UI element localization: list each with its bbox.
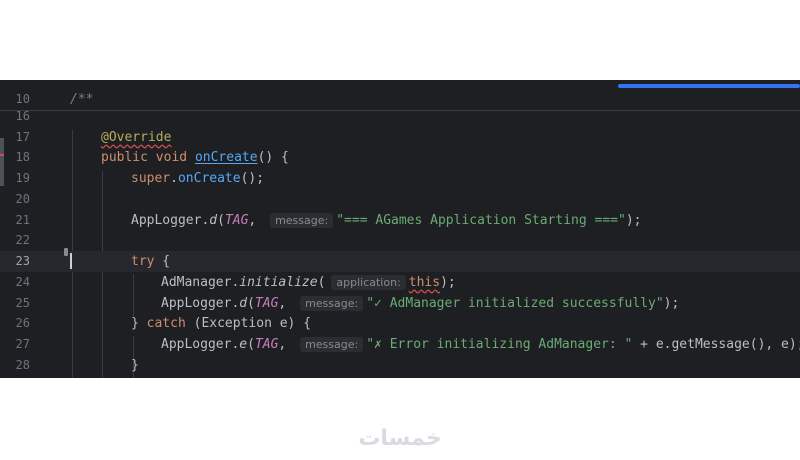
code-text: ( <box>317 274 326 290</box>
code-line[interactable]: 26 } catch (Exception e) { <box>0 313 800 334</box>
parameter-hint: application: <box>331 274 406 290</box>
code-text: { <box>154 253 171 269</box>
code-text: ( <box>217 212 225 228</box>
method-name-token[interactable]: onCreate <box>195 150 258 165</box>
class-token: AppLogger. <box>131 212 210 228</box>
code-text: , <box>248 212 265 228</box>
current-code-line[interactable]: 23 try { <box>0 251 800 272</box>
bookmark-icon[interactable] <box>64 248 68 256</box>
progress-track <box>618 84 800 88</box>
line-number: 22 <box>15 233 30 248</box>
code-text: ); <box>625 212 642 228</box>
code-line[interactable]: 22 <box>0 230 800 251</box>
keyword-token: this <box>408 274 441 290</box>
code-text: (Exception e) { <box>185 315 312 331</box>
constant-token: TAG <box>224 212 249 228</box>
parameter-hint: message: <box>300 295 364 311</box>
code-text: } <box>131 315 147 331</box>
code-text: , <box>278 336 295 352</box>
method-name-token[interactable]: onCreate <box>178 171 241 186</box>
code-line[interactable]: 24 AdManager. initialize( application: this… <box>0 272 800 293</box>
keyword-token: catch <box>146 315 186 331</box>
parameter-hint: message: <box>270 212 334 228</box>
method-name-token[interactable]: initialize <box>239 275 317 290</box>
class-token: AppLogger. <box>161 336 240 352</box>
code-text: (); <box>240 170 265 186</box>
line-number: 26 <box>15 316 30 331</box>
constant-token: TAG <box>254 336 279 352</box>
code-line[interactable]: 25 AppLogger. d(TAG, message: "✓ AdManager… <box>0 293 800 314</box>
parameter-hint: message: <box>300 336 364 352</box>
line-number: 25 <box>15 296 30 311</box>
annotation-token: @Override <box>101 129 172 145</box>
progress-bar <box>618 84 800 88</box>
keyword-token: public <box>101 149 148 165</box>
class-token: AppLogger. <box>161 295 240 311</box>
line-number: 17 <box>15 130 30 145</box>
code-line[interactable]: 18 public void onCreate() { <box>0 147 800 168</box>
string-token: "✗ Error initializing AdManager: " <box>366 336 633 352</box>
code-line[interactable]: 16 <box>0 106 800 127</box>
line-number: 23 <box>15 254 30 269</box>
line-number: 20 <box>15 192 30 207</box>
code-text: , <box>278 295 295 311</box>
line-number: 19 <box>15 171 30 186</box>
watermark-logo: خمسات <box>358 426 442 451</box>
string-token: "✓ AdManager initialized successfully" <box>366 295 664 311</box>
line-number: 10 <box>15 92 30 107</box>
line-number: 21 <box>15 213 30 228</box>
line-number: 24 <box>15 275 30 290</box>
class-token: AdManager. <box>161 274 240 290</box>
code-line[interactable]: 20 <box>0 189 800 210</box>
line-number: 18 <box>15 150 30 165</box>
text-caret <box>70 253 72 269</box>
code-text: . <box>170 170 178 186</box>
string-token: "=== AGames Application Starting ===" <box>336 212 626 228</box>
code-line[interactable]: 17 @Override <box>0 127 800 148</box>
editor-top-strip <box>0 80 800 88</box>
code-text: ); <box>663 295 680 311</box>
code-line[interactable]: 19 super. onCreate (); <box>0 168 800 189</box>
doc-comment: /** <box>70 91 94 107</box>
method-name-token[interactable]: e <box>239 337 247 352</box>
constant-token: TAG <box>254 295 279 311</box>
code-text: () { <box>257 149 289 165</box>
code-text: ( <box>247 295 255 311</box>
keyword-token: void <box>155 149 188 165</box>
code-editor[interactable]: 10 /** 16 17 @Override 18 public void on… <box>0 80 800 378</box>
code-text: ); <box>440 274 456 290</box>
keyword-token: super <box>131 170 171 186</box>
method-name-token[interactable]: d <box>239 296 247 311</box>
code-text: ( <box>247 336 255 352</box>
code-text: } <box>131 357 139 373</box>
line-number: 28 <box>15 358 30 373</box>
line-number: 16 <box>15 109 30 124</box>
code-line[interactable]: 28 } <box>0 355 800 376</box>
code-text: + e.getMessage(), e); <box>632 336 800 352</box>
keyword-token: try <box>131 253 155 269</box>
line-number: 27 <box>15 337 30 352</box>
code-line[interactable]: 21 AppLogger. d(TAG, message: "=== AGames … <box>0 210 800 231</box>
code-line[interactable]: 27 AppLogger. e(TAG, message: "✗ Error ini… <box>0 334 800 355</box>
method-name-token[interactable]: d <box>209 213 217 228</box>
